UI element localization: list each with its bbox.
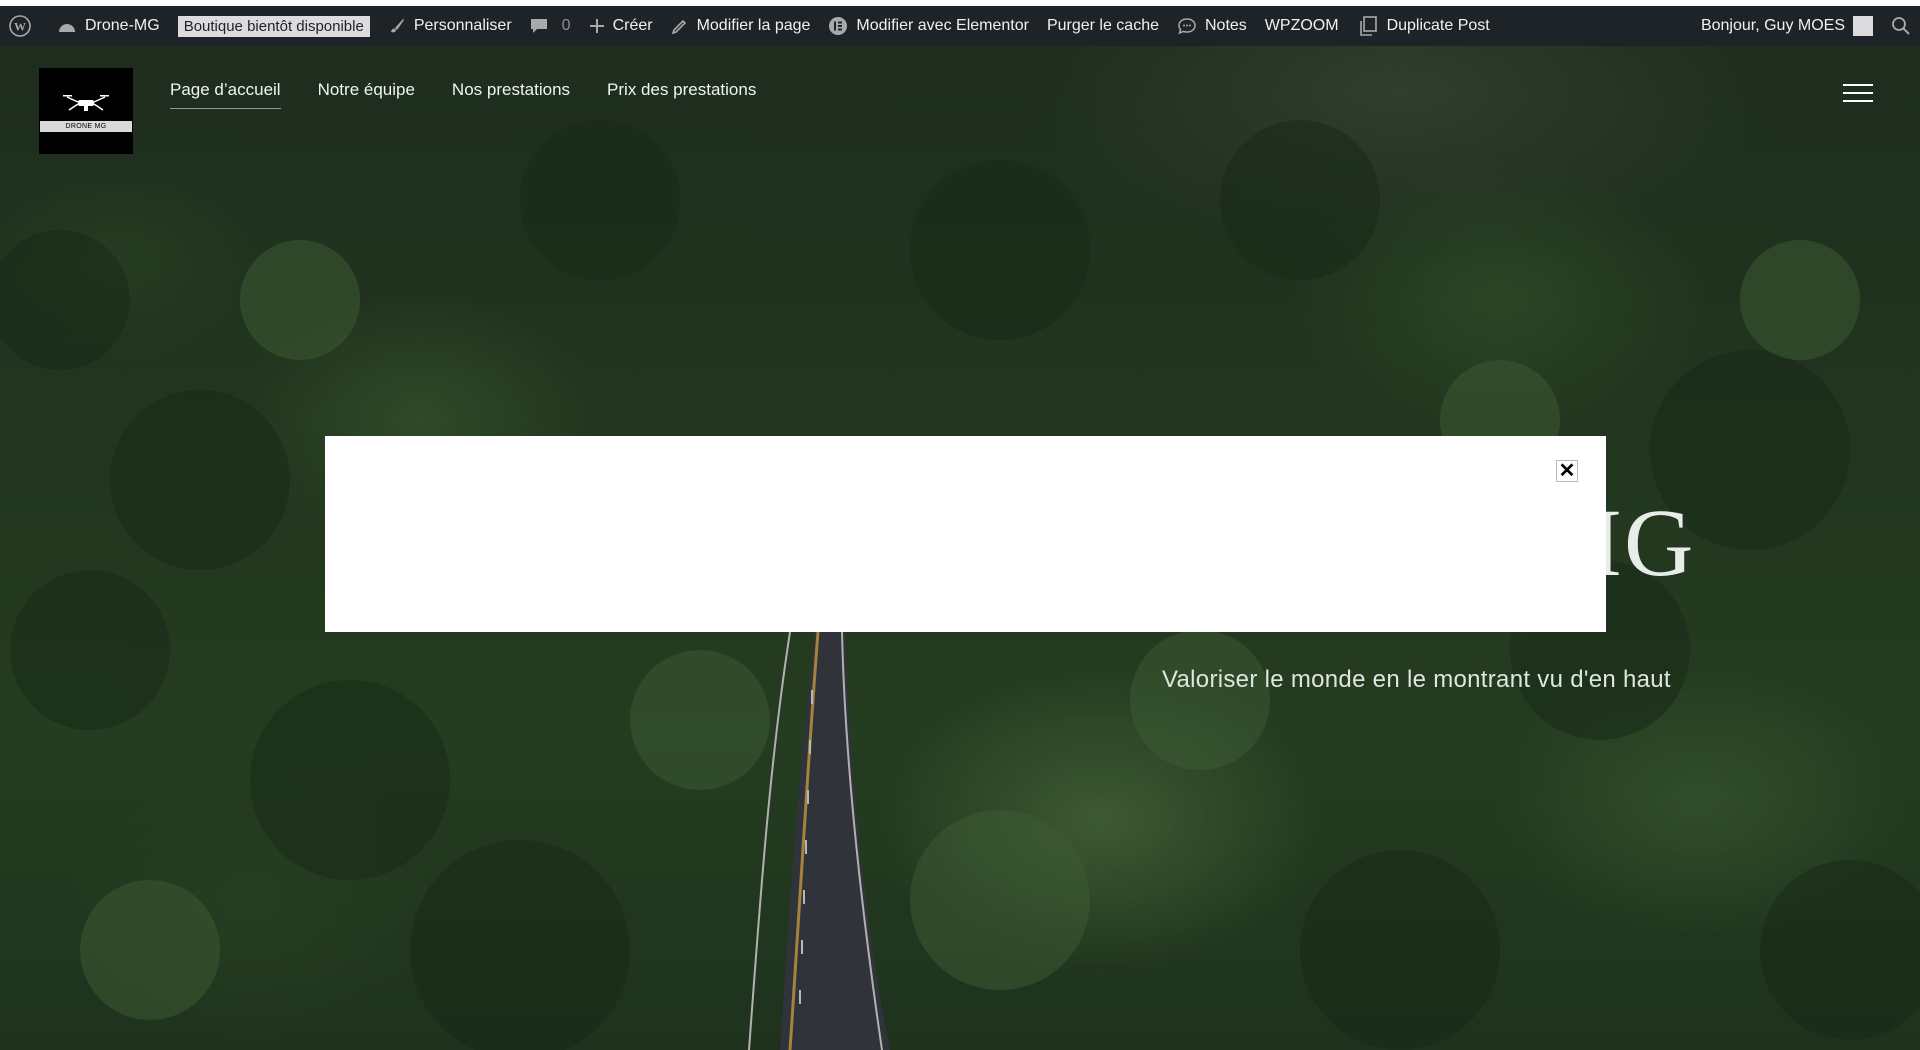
wpzoom-label: WPZOOM bbox=[1264, 17, 1339, 34]
main-nav: Page d’accueil Notre équipe Nos prestati… bbox=[170, 80, 793, 109]
nav-item-home[interactable]: Page d’accueil bbox=[170, 80, 281, 109]
comments-link[interactable]: 0 bbox=[521, 6, 580, 46]
purge-cache-label: Purger le cache bbox=[1046, 17, 1159, 34]
pencil-icon bbox=[671, 17, 689, 35]
wp-admin-bar: W Drone-MG Boutique bientôt disponible P… bbox=[0, 6, 1920, 46]
drone-icon bbox=[63, 94, 109, 111]
plus-icon bbox=[589, 18, 605, 34]
purge-cache-link[interactable]: Purger le cache bbox=[1038, 6, 1168, 46]
wpzoom-link[interactable]: WPZOOM bbox=[1256, 6, 1348, 46]
nav-item-prices[interactable]: Prix des prestations bbox=[607, 80, 756, 109]
popup-modal: ✕ bbox=[325, 436, 1606, 632]
dashboard-icon bbox=[57, 18, 77, 34]
notes-label: Notes bbox=[1205, 17, 1247, 34]
hamburger-icon[interactable] bbox=[1843, 84, 1873, 106]
customize-label: Personnaliser bbox=[413, 17, 512, 34]
site-name-link[interactable]: Drone-MG bbox=[48, 6, 169, 46]
create-label: Créer bbox=[612, 17, 653, 34]
svg-text:W: W bbox=[14, 20, 26, 34]
duplicate-icon bbox=[1357, 15, 1379, 37]
edit-page-label: Modifier la page bbox=[696, 17, 811, 34]
edit-elementor-label: Modifier avec Elementor bbox=[856, 17, 1029, 34]
logo-text: DRONE MG bbox=[40, 120, 132, 132]
duplicate-post-label: Duplicate Post bbox=[1386, 17, 1490, 34]
top-border bbox=[0, 0, 1920, 6]
site-name: Drone-MG bbox=[85, 17, 160, 34]
site-logo[interactable]: DRONE MG bbox=[39, 68, 133, 154]
avatar bbox=[1853, 16, 1873, 36]
wp-logo-button[interactable]: W bbox=[0, 6, 48, 46]
elementor-icon bbox=[828, 16, 848, 36]
comment-icon bbox=[530, 18, 548, 34]
search-button[interactable] bbox=[1882, 6, 1920, 46]
customize-link[interactable]: Personnaliser bbox=[379, 6, 521, 46]
my-account-link[interactable]: Bonjour, Guy MOES bbox=[1692, 6, 1882, 46]
brush-icon bbox=[388, 17, 406, 35]
hero-subtitle: Valoriser le monde en le montrant vu d'e… bbox=[1162, 666, 1671, 693]
comments-count: 0 bbox=[561, 17, 571, 34]
nav-item-team[interactable]: Notre équipe bbox=[318, 80, 415, 109]
edit-page-link[interactable]: Modifier la page bbox=[662, 6, 820, 46]
greeting-label: Bonjour, Guy MOES bbox=[1700, 17, 1845, 34]
speech-bubble-icon bbox=[1177, 17, 1197, 35]
search-icon bbox=[1891, 16, 1911, 36]
create-link[interactable]: Créer bbox=[580, 6, 662, 46]
duplicate-post-link[interactable]: Duplicate Post bbox=[1348, 6, 1499, 46]
boutique-notice[interactable]: Boutique bientôt disponible bbox=[169, 6, 379, 46]
boutique-badge: Boutique bientôt disponible bbox=[177, 15, 370, 37]
close-icon[interactable]: ✕ bbox=[1556, 460, 1578, 482]
nav-item-services[interactable]: Nos prestations bbox=[452, 80, 570, 109]
edit-elementor-link[interactable]: Modifier avec Elementor bbox=[819, 6, 1038, 46]
wordpress-icon: W bbox=[9, 15, 31, 37]
notes-link[interactable]: Notes bbox=[1168, 6, 1256, 46]
